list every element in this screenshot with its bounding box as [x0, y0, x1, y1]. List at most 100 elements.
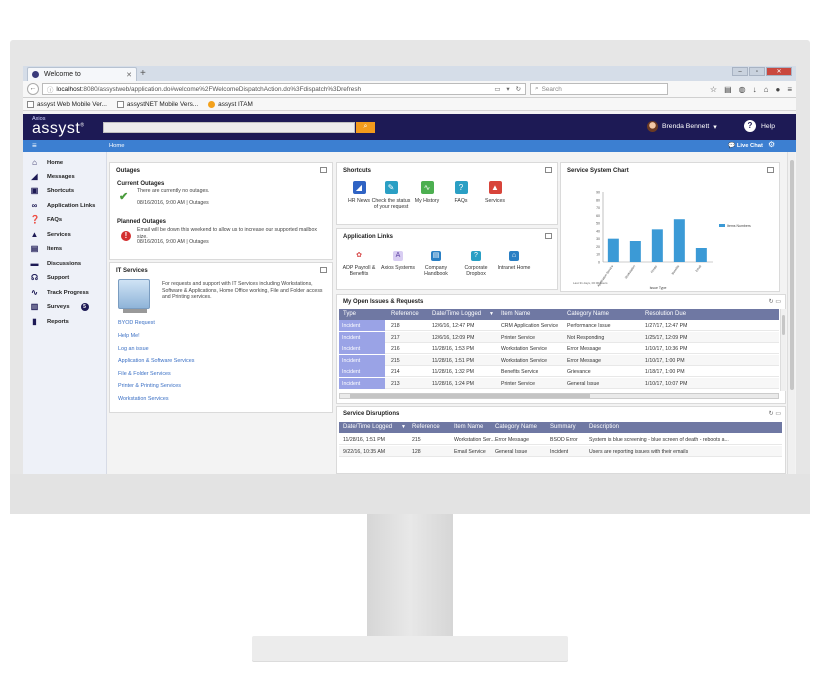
maximize-panel-icon[interactable] — [767, 167, 774, 173]
table-row[interactable]: 9/22/16, 10:35 AM 128 Email Service General… — [339, 446, 782, 457]
app-link-company-handbook[interactable]: ▤ Company Handbook — [414, 251, 458, 277]
open-issues-header: Type Reference Date/Time Logged ▼ Item N… — [339, 309, 779, 320]
maximize-icon[interactable]: ▫ — [749, 67, 765, 76]
link-printer-printing-services[interactable]: Printer & Printing Services — [118, 383, 181, 389]
horizontal-scrollbar[interactable] — [339, 393, 779, 399]
download-icon[interactable]: ↓ — [753, 85, 757, 94]
bookmark-item[interactable]: assyst Web Mobile Ver... — [27, 100, 107, 108]
sidebar-item-messages[interactable]: ◢ Messages — [30, 172, 74, 181]
chat-bubble-icon[interactable]: ● — [775, 85, 780, 94]
breadcrumb[interactable]: Home — [109, 143, 124, 149]
address-bar[interactable]: ⓘ localhost:8080/assystweb/application.d… — [42, 83, 526, 95]
close-tab-icon[interactable]: ✕ — [126, 71, 132, 79]
sidebar-item-surveys[interactable]: ▥ Surveys 5 — [30, 302, 89, 311]
dropdown-icon[interactable]: ▾ — [506, 85, 509, 93]
browser-tab[interactable]: Welcome to ✕ — [27, 67, 137, 81]
bookmark-item[interactable]: assystNET Mobile Vers... — [116, 100, 198, 108]
gear-icon[interactable]: ⚙ — [768, 140, 775, 149]
column-header[interactable]: Reference — [412, 424, 440, 430]
app-header: Axios assyst® ⌕ Brenda Bennett ▾ ? Help — [23, 114, 796, 140]
app-link-intranet-home[interactable]: ⌂ Intranet Home — [492, 251, 536, 271]
table-row[interactable]: Incident 214 11/28/16, 1:32 PM Benefits Ser… — [339, 366, 779, 377]
column-header[interactable]: Resolution Due — [645, 311, 686, 317]
window-close-icon[interactable]: ✕ — [766, 67, 792, 76]
it-services-description: For requests and support with IT Service… — [162, 281, 323, 300]
bookmark-star-icon[interactable]: ☆ — [710, 85, 717, 94]
live-chat-button[interactable]: 💬 Live Chat — [728, 143, 763, 149]
sidebar-item-faqs[interactable]: ❓ FAQs — [30, 215, 62, 224]
refresh-icon[interactable]: ↻ — [769, 411, 774, 417]
link-log-an-issue[interactable]: Log an issue — [118, 346, 149, 352]
table-row[interactable]: 11/28/16, 1:51 PM 215 Workstation Ser... Er… — [339, 434, 782, 445]
user-menu[interactable]: Brenda Bennett ▾ — [647, 121, 717, 132]
table-row[interactable]: Incident 215 11/28/16, 1:51 PM Workstation … — [339, 354, 779, 366]
sidebar-item-discussions[interactable]: ▬ Discussions — [30, 259, 82, 268]
sidebar-item-track-progress[interactable]: ∿ Track Progress — [30, 288, 89, 297]
column-header[interactable]: Category Name — [495, 424, 537, 430]
page-scrollbar[interactable] — [787, 152, 795, 474]
table-row[interactable]: Incident 213 11/28/16, 1:24 PM Printer Serv… — [339, 377, 779, 389]
maximize-panel-icon[interactable]: ▭ — [775, 299, 781, 305]
column-header[interactable]: Item Name — [501, 311, 530, 317]
column-header[interactable]: Reference — [391, 311, 419, 317]
link-byod-request[interactable]: BYOD Request — [118, 320, 155, 326]
menu-icon[interactable]: ≡ — [787, 85, 792, 94]
it-services-title: IT Services — [116, 268, 148, 274]
reader-icon[interactable]: ▭ — [494, 85, 500, 93]
column-header[interactable]: Type — [343, 311, 356, 317]
vertical-scrollbar[interactable] — [780, 309, 786, 391]
new-tab-button[interactable]: + — [140, 68, 146, 79]
back-icon[interactable]: ← — [27, 83, 39, 95]
table-row[interactable]: Incident 218 12/6/16, 12:47 PM CRM Applicat… — [339, 320, 779, 331]
link-file-folder-services[interactable]: File & Folder Services — [118, 371, 171, 377]
clipboard-icon[interactable]: ▤ — [724, 85, 732, 94]
shortcut-services[interactable]: ▲ Services — [475, 181, 515, 204]
megaphone-icon: ◢ — [31, 172, 38, 181]
sidebar-item-support[interactable]: ☊ Support — [30, 273, 69, 282]
minimize-icon[interactable]: – — [732, 67, 748, 76]
browser-search-input[interactable]: ⌕ Search — [530, 83, 668, 95]
reload-icon[interactable]: ↻ — [516, 85, 521, 93]
x-tick-label: Email — [695, 264, 703, 273]
sidebar-item-home[interactable]: ⌂ Home — [30, 158, 63, 167]
home-browser-icon[interactable]: ⌂ — [764, 85, 769, 94]
column-header[interactable]: Date/Time Logged — [343, 424, 392, 430]
table-cell: General Issue — [567, 380, 600, 387]
bookmark-item[interactable]: assyst ITAM — [208, 100, 253, 108]
pocket-icon[interactable]: ◍ — [739, 85, 746, 94]
hamburger-icon[interactable]: ≡ — [32, 141, 37, 150]
shortcut-check-status[interactable]: ✎ Check the status of your request — [371, 181, 411, 210]
column-header[interactable]: Summary — [550, 424, 576, 430]
sort-icon[interactable]: ▼ — [489, 311, 494, 317]
help-button[interactable]: ? Help — [744, 120, 775, 132]
link-application-software-services[interactable]: Application & Software Services — [118, 358, 194, 364]
sidebar-item-application-links[interactable]: ∞ Application Links — [30, 201, 96, 210]
table-cell: Incident — [550, 449, 569, 455]
column-header[interactable]: Date/Time Logged — [432, 311, 481, 317]
sidebar-item-services[interactable]: ▲ Services — [30, 230, 71, 239]
table-row[interactable]: Incident 217 12/6/16, 12:09 PM Printer Serv… — [339, 331, 779, 343]
sort-icon[interactable]: ▼ — [401, 424, 406, 430]
column-header[interactable]: Category Name — [567, 311, 609, 317]
table-row[interactable]: Incident 216 11/28/16, 1:53 PM Workstation … — [339, 343, 779, 354]
refresh-icon[interactable]: ↻ — [769, 299, 774, 305]
app-link-adp-payroll[interactable]: ✿ ADP Payroll & Benefits — [337, 251, 381, 277]
maximize-panel-icon[interactable] — [320, 167, 327, 173]
app-search-input[interactable] — [103, 122, 355, 133]
app-search-button[interactable]: ⌕ — [356, 122, 375, 133]
maximize-panel-icon[interactable] — [545, 233, 552, 239]
maximize-panel-icon[interactable] — [545, 167, 552, 173]
app-logo[interactable]: assyst® — [32, 120, 85, 138]
sidebar-item-label: Application Links — [47, 202, 96, 209]
column-header[interactable]: Item Name — [454, 424, 483, 430]
link-help-me[interactable]: Help Me! — [118, 333, 140, 339]
sidebar-item-shortcuts[interactable]: ▣ Shortcuts — [30, 186, 74, 195]
link-workstation-services[interactable]: Workstation Services — [118, 396, 169, 402]
sidebar-item-reports[interactable]: ▮ Reports — [30, 317, 69, 326]
column-header[interactable]: Description — [589, 424, 619, 430]
sidebar-item-items[interactable]: ▤ Items — [30, 244, 62, 253]
maximize-panel-icon[interactable]: ▭ — [775, 411, 781, 417]
table-cell: Error Message — [567, 346, 602, 352]
maximize-panel-icon[interactable] — [320, 267, 327, 273]
table-cell: Error Message — [495, 437, 530, 443]
